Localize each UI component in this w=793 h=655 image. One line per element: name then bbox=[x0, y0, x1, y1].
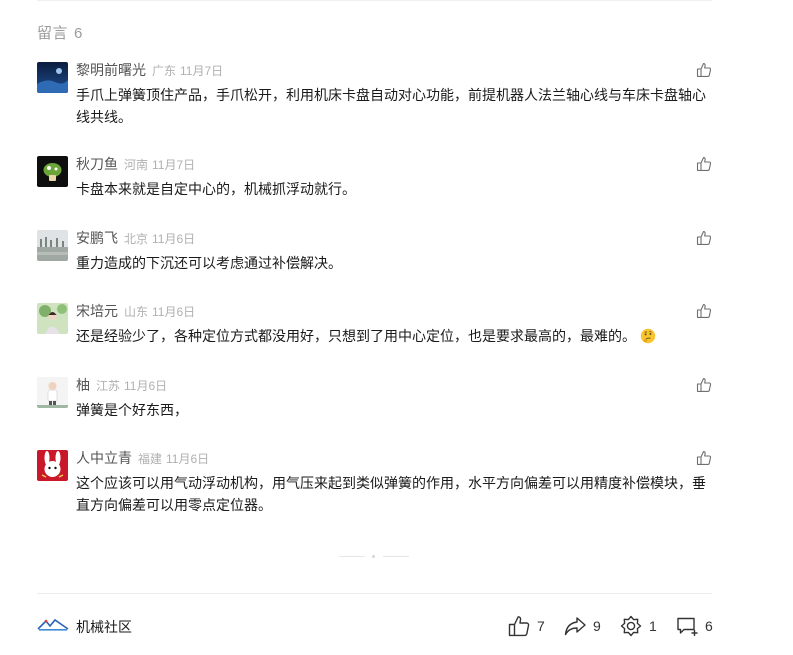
comment-meta: 人中立青 福建 11月6日 bbox=[76, 449, 209, 468]
footer-divider bbox=[37, 593, 712, 594]
like-icon[interactable] bbox=[696, 450, 712, 466]
loader-dot bbox=[372, 555, 375, 558]
comment-text: 弹簧是个好东西， bbox=[76, 402, 188, 418]
like-icon[interactable] bbox=[696, 230, 712, 246]
thumbs-up-icon bbox=[508, 616, 530, 637]
avatar[interactable] bbox=[37, 450, 68, 481]
like-icon[interactable] bbox=[696, 303, 712, 319]
commenter-name[interactable]: 柚 bbox=[76, 377, 90, 393]
article-comments-page: { "section": { "title": "留言", "count": "… bbox=[0, 0, 793, 655]
commenter-location: 广东 bbox=[152, 64, 177, 78]
commenter-name[interactable]: 人中立青 bbox=[76, 450, 132, 466]
comment-date: 11月6日 bbox=[152, 232, 196, 246]
comments-section-title: 留言 6 bbox=[37, 22, 83, 43]
commenter-location: 北京 bbox=[124, 232, 149, 246]
comment-date: 11月6日 bbox=[124, 379, 168, 393]
comment-text: 这个应该可以用气动浮动机构，用气压来起到类似弹簧的作用，水平方向偏差可以用精度补… bbox=[76, 475, 706, 513]
comment-date: 11月6日 bbox=[152, 305, 196, 319]
account-name[interactable]: 机械社区 bbox=[76, 617, 132, 637]
like-icon[interactable] bbox=[696, 156, 712, 172]
commenter-location: 河南 bbox=[124, 158, 149, 172]
article-footer-bar: 机械社区 7 9 1 6 bbox=[37, 612, 713, 640]
comment-meta: 宋培元 山东 11月6日 bbox=[76, 302, 195, 321]
comment-text: 还是经验少了，各种定位方式都没用好，只想到了用中心定位，也是要求最高的，最难的。 bbox=[76, 328, 636, 344]
comment-count: 6 bbox=[705, 618, 713, 634]
comment-date: 11月7日 bbox=[180, 64, 224, 78]
account-logo-icon[interactable] bbox=[37, 618, 69, 632]
recommend-count: 1 bbox=[649, 618, 657, 634]
comment-text: 卡盘本来就是自定中心的，机械抓浮动就行。 bbox=[76, 181, 356, 197]
comment-meta: 黎明前曙光 广东 11月7日 bbox=[76, 61, 223, 80]
avatar[interactable] bbox=[37, 230, 68, 261]
thinking-face-emoji bbox=[640, 328, 656, 344]
commenter-name[interactable]: 秋刀鱼 bbox=[76, 156, 118, 172]
share-arrow-icon bbox=[564, 617, 586, 636]
comment-date: 11月7日 bbox=[152, 158, 196, 172]
comment-text: 重力造成的下沉还可以考虑通过补偿解决。 bbox=[76, 255, 342, 271]
avatar[interactable] bbox=[37, 377, 68, 408]
commenter-location: 山东 bbox=[124, 305, 149, 319]
loader-line-left bbox=[339, 556, 365, 557]
share-count: 9 bbox=[593, 618, 601, 634]
comment-button[interactable]: 6 bbox=[675, 614, 713, 638]
commenter-location: 福建 bbox=[138, 452, 163, 466]
comments-title-label: 留言 bbox=[37, 25, 69, 42]
avatar[interactable] bbox=[37, 62, 68, 93]
commenter-location: 江苏 bbox=[96, 379, 121, 393]
commenter-name[interactable]: 安鹏飞 bbox=[76, 230, 118, 246]
loader-line-right bbox=[383, 556, 409, 557]
avatar[interactable] bbox=[37, 156, 68, 187]
like-button[interactable]: 7 bbox=[507, 614, 545, 638]
comments-title-count: 6 bbox=[74, 25, 83, 42]
comment-text: 手爪上弹簧顶住产品，手爪松开，利用机床卡盘自动对心功能，前提机器人法兰轴心线与车… bbox=[76, 87, 706, 125]
like-count: 7 bbox=[537, 618, 545, 634]
comment-plus-icon bbox=[677, 617, 698, 636]
commenter-name[interactable]: 宋培元 bbox=[76, 303, 118, 319]
wow-flower-icon bbox=[620, 615, 642, 637]
comment-text-wrap: 还是经验少了，各种定位方式都没用好，只想到了用中心定位，也是要求最高的，最难的。 bbox=[76, 325, 716, 347]
share-button[interactable]: 9 bbox=[563, 614, 601, 638]
recommend-button[interactable]: 1 bbox=[619, 614, 657, 638]
comment-meta: 安鹏飞 北京 11月6日 bbox=[76, 229, 195, 248]
avatar[interactable] bbox=[37, 303, 68, 334]
like-icon[interactable] bbox=[696, 377, 712, 393]
end-of-list-indicator bbox=[339, 555, 409, 558]
top-divider bbox=[37, 0, 712, 1]
like-icon[interactable] bbox=[696, 62, 712, 78]
comment-meta: 秋刀鱼 河南 11月7日 bbox=[76, 155, 195, 174]
comment-meta: 柚江苏 11月6日 bbox=[76, 376, 167, 395]
commenter-name[interactable]: 黎明前曙光 bbox=[76, 62, 146, 78]
comment-date: 11月6日 bbox=[166, 452, 210, 466]
